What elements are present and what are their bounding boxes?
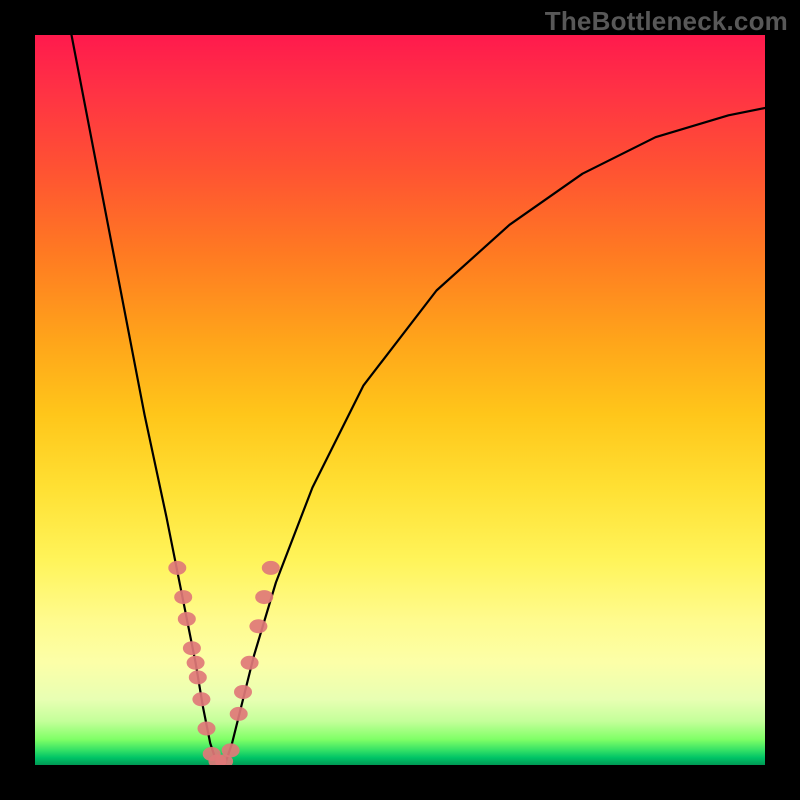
marker-point <box>222 743 240 757</box>
marker-point <box>255 590 273 604</box>
plot-area <box>35 35 765 765</box>
marker-point <box>198 722 216 736</box>
marker-point <box>174 590 192 604</box>
marker-point <box>183 641 201 655</box>
marker-point <box>178 612 196 626</box>
marker-point <box>249 619 267 633</box>
marker-point <box>230 707 248 721</box>
marker-point <box>189 670 207 684</box>
marker-point <box>168 561 186 575</box>
marker-point <box>241 656 259 670</box>
curve-layer <box>72 35 766 765</box>
bottleneck-curve <box>72 35 766 765</box>
curve-svg <box>35 35 765 765</box>
marker-point <box>187 656 205 670</box>
marker-point <box>192 692 210 706</box>
chart-frame: TheBottleneck.com <box>0 0 800 800</box>
watermark-text: TheBottleneck.com <box>545 6 788 37</box>
marker-point <box>234 685 252 699</box>
marker-layer <box>168 561 279 765</box>
marker-point <box>262 561 280 575</box>
